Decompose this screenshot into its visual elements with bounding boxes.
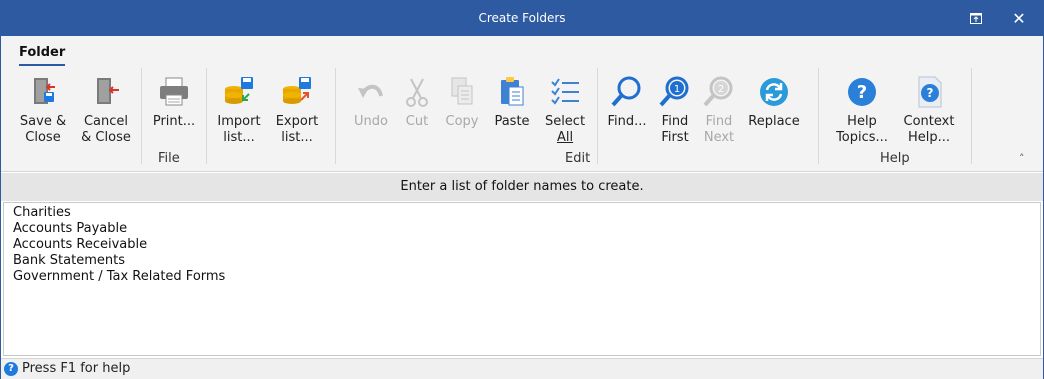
- copy-label: Copy: [445, 114, 479, 129]
- undo-label: Undo: [354, 114, 388, 129]
- group-label-edit: Edit: [565, 151, 591, 166]
- context-help-label-1: Context: [903, 114, 955, 129]
- close-button[interactable]: ✕: [999, 1, 1039, 36]
- export-label-1: Export: [275, 114, 319, 129]
- printer-icon: [160, 77, 188, 106]
- window-title: Create Folders: [478, 11, 566, 25]
- select-all-button[interactable]: Select All: [541, 74, 589, 152]
- create-folders-window: Create Folders ✕ Folder Save & Close Can…: [0, 0, 1044, 379]
- collapse-ribbon-button[interactable]: ˄: [1019, 152, 1025, 165]
- ribbon-separator: [818, 68, 819, 164]
- cut-label: Cut: [405, 114, 429, 129]
- tab-folder[interactable]: Folder: [19, 45, 65, 60]
- undo-icon: [358, 84, 383, 98]
- copy-icon: [451, 77, 473, 105]
- cancel-close-label-1: Cancel: [83, 114, 129, 129]
- find-first-button[interactable]: 1 Find First: [655, 74, 695, 152]
- editor-line: Government / Tax Related Forms: [13, 269, 226, 284]
- context-help-button[interactable]: ? Context Help...: [899, 74, 959, 152]
- select-all-icon: [551, 78, 579, 105]
- editor-line: Charities: [13, 205, 71, 220]
- save-close-label-2: Close: [25, 130, 61, 145]
- paste-button[interactable]: Paste: [489, 74, 535, 152]
- restore-icon: [970, 13, 982, 24]
- svg-text:?: ?: [857, 82, 867, 103]
- status-text: Press F1 for help: [22, 361, 131, 376]
- group-label-help: Help: [880, 151, 910, 166]
- find-label: Find...: [607, 114, 647, 129]
- cancel-close-icon: [97, 78, 119, 104]
- cut-button[interactable]: Cut: [399, 74, 435, 152]
- svg-text:?: ?: [927, 86, 934, 100]
- replace-button[interactable]: Replace: [745, 74, 803, 152]
- ribbon-separator: [335, 68, 336, 164]
- print-button[interactable]: Print...: [149, 74, 199, 152]
- find-next-icon: 2: [703, 76, 733, 107]
- editor-line: Accounts Receivable: [13, 237, 148, 252]
- instruction-bar: Enter a list of folder names to create.: [1, 173, 1043, 201]
- ribbon: Folder Save & Close Cancel & Close Print…: [1, 36, 1043, 172]
- help-topics-button[interactable]: ? Help Topics...: [833, 74, 891, 152]
- restore-button[interactable]: [956, 1, 996, 36]
- select-all-label-1: Select: [544, 114, 586, 129]
- group-label-file: File: [158, 151, 180, 166]
- status-bar: ? Press F1 for help: [1, 358, 1043, 379]
- undo-button[interactable]: Undo: [349, 74, 393, 152]
- save-close-button[interactable]: Save & Close: [17, 74, 69, 152]
- find-next-label-1: Find: [705, 114, 733, 129]
- scissors-icon: [406, 78, 428, 107]
- ribbon-separator: [971, 68, 972, 164]
- ribbon-separator: [141, 68, 142, 164]
- find-next-label-2: Next: [703, 130, 735, 145]
- copy-button[interactable]: Copy: [441, 74, 483, 152]
- svg-text:2: 2: [718, 84, 724, 95]
- help-icon: ?: [848, 78, 876, 106]
- import-list-icon: [225, 77, 253, 104]
- folder-names-editor[interactable]: Charities Accounts Payable Accounts Receiv…: [3, 202, 1041, 356]
- editor-line: Bank Statements: [13, 253, 125, 268]
- find-first-label-2: First: [661, 130, 689, 145]
- svg-text:1: 1: [674, 84, 680, 95]
- find-next-button[interactable]: 2 Find Next: [699, 74, 739, 152]
- editor-line: Accounts Payable: [13, 221, 128, 236]
- select-all-label-2: All: [556, 130, 574, 145]
- cancel-close-label-2: & Close: [81, 130, 131, 145]
- paste-label: Paste: [494, 114, 530, 129]
- save-close-icon: [34, 78, 55, 104]
- export-list-button[interactable]: Export list...: [271, 74, 323, 152]
- import-label-1: Import: [217, 114, 261, 129]
- cancel-close-button[interactable]: Cancel & Close: [79, 74, 133, 152]
- save-close-label-1: Save &: [19, 114, 67, 129]
- help-icon: ?: [4, 362, 18, 376]
- context-help-label-2: Help...: [907, 130, 951, 145]
- export-label-2: list...: [281, 130, 313, 145]
- context-help-icon: ?: [918, 76, 942, 108]
- find-first-label-1: Find: [661, 114, 689, 129]
- help-topics-label-1: Help: [847, 114, 877, 129]
- help-topics-label-2: Topics...: [836, 130, 888, 145]
- import-label-2: list...: [223, 130, 255, 145]
- find-button[interactable]: Find...: [603, 74, 651, 152]
- paste-icon: [501, 77, 524, 106]
- print-label: Print...: [152, 114, 196, 129]
- export-list-icon: [283, 77, 311, 104]
- ribbon-separator: [597, 68, 598, 164]
- import-list-button[interactable]: Import list...: [214, 74, 264, 152]
- find-first-icon: 1: [659, 76, 689, 107]
- replace-label: Replace: [748, 114, 800, 129]
- title-bar: Create Folders ✕: [1, 1, 1043, 36]
- replace-icon: [760, 78, 788, 106]
- tab-underline: [19, 64, 65, 66]
- ribbon-separator: [206, 68, 207, 164]
- magnifier-icon: [611, 76, 641, 107]
